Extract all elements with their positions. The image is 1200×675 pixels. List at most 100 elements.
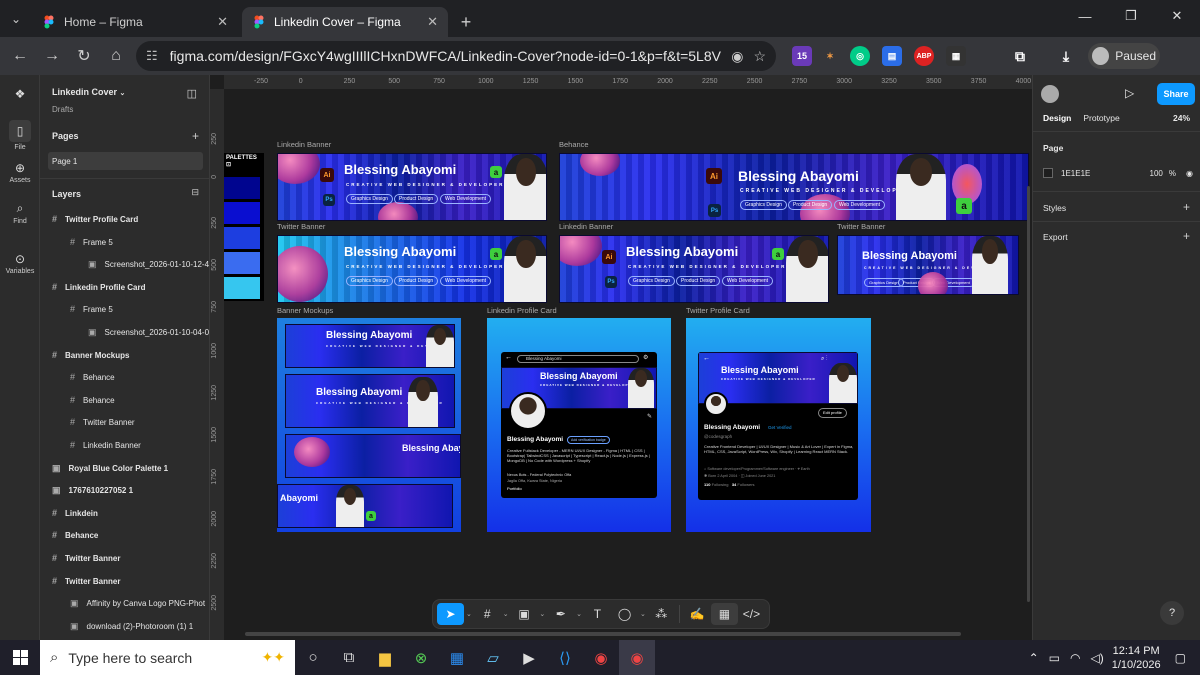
layer-item[interactable]: # Twitter Banner (52, 553, 120, 563)
actions-icon[interactable]: ⁂ (648, 603, 675, 625)
linkedin-banner[interactable]: Ai Ps Blessing Abayomi CREATIVE WEB DESI… (277, 153, 547, 221)
layer-item[interactable]: # Frame 5 (70, 237, 113, 247)
layer-item[interactable]: # Frame 5 (70, 304, 113, 314)
layer-item[interactable]: ▣ Affinity by Canva Logo PNG-Phot (70, 598, 205, 609)
layer-item[interactable]: # Twitter Banner (70, 417, 135, 427)
banner-mockups-frame[interactable]: Blessing Abayomi CREATIVE WEB DESIGNER &… (277, 318, 461, 532)
frame-label[interactable]: Twitter Profile Card (686, 306, 750, 315)
task-view-icon[interactable]: ⧉ (331, 640, 367, 675)
layer-item[interactable]: # Linkedin Profile Card (52, 282, 145, 292)
restore-icon[interactable]: ❐ (1108, 0, 1154, 32)
layer-item[interactable]: ▣ download (2)-Photoroom (1) 1 (70, 621, 193, 632)
close-icon[interactable]: ✕ (217, 14, 228, 30)
extension-badge-icon[interactable]: 15 (792, 46, 812, 66)
share-button[interactable]: Share (1157, 83, 1195, 105)
home-icon[interactable]: ⌂ (100, 47, 132, 65)
browser-tab-home[interactable]: Home – Figma ✕ (32, 7, 238, 37)
frame-label[interactable]: Linkedin Banner (559, 222, 613, 231)
back-icon[interactable]: ← (4, 47, 36, 65)
design-mode-icon[interactable]: ▦ (710, 603, 738, 625)
chevron-down-icon[interactable]: ⌄ (501, 603, 511, 625)
add-style-icon[interactable]: + (1183, 200, 1190, 214)
figma-canvas[interactable]: -250 0 250 500 750 1000 1250 1500 1750 2000 2250 25… (210, 75, 1032, 640)
adblock-icon[interactable]: ABP (914, 46, 934, 66)
reload-icon[interactable]: ↻ (68, 46, 100, 66)
frame-label[interactable]: Twitter Banner (277, 222, 325, 231)
avatar[interactable] (1041, 85, 1059, 103)
windows-start-icon[interactable] (0, 640, 40, 675)
horizontal-scrollbar[interactable] (245, 632, 961, 636)
battery-icon[interactable]: ▭ (1049, 651, 1060, 665)
chrome-active-icon[interactable]: ◉ (619, 640, 655, 675)
page-item[interactable]: Page 1 (48, 152, 203, 170)
profile-button[interactable]: Paused (1088, 43, 1160, 69)
store-icon[interactable]: ▦ (439, 640, 475, 675)
new-tab-button[interactable]: + (452, 7, 480, 37)
extensions-puzzle-icon[interactable]: ⧉ (1010, 46, 1030, 66)
page-color-hex[interactable]: 1E1E1E (1061, 169, 1150, 178)
twitter-profile-card-frame[interactable]: ← Blessing Abayomi CREATIVE WEB DESIGNER… (686, 318, 871, 532)
close-window-icon[interactable]: ✕ (1154, 0, 1200, 32)
linkedin-banner-alt[interactable]: Ai Ps Blessing Abayomi CREATIVE WEB DESI… (559, 235, 829, 303)
pen-tool-icon[interactable]: ✒ (547, 603, 574, 625)
xbox-icon[interactable]: ⊗ (403, 640, 439, 675)
image-tool-icon[interactable]: ▣ (510, 603, 537, 625)
color-swatch[interactable] (1043, 168, 1053, 178)
layer-item[interactable]: # Twitter Profile Card (52, 214, 138, 224)
chevron-down-icon[interactable]: ⌄ (638, 603, 648, 625)
frame-label[interactable]: Linkedin Profile Card (487, 306, 557, 315)
address-bar[interactable]: ☷ figma.com/design/FGxcY4wgIIIlICHxnDWFC… (136, 41, 776, 71)
nav-file[interactable]: ▯ File (0, 120, 40, 151)
site-info-icon[interactable]: ☷ (146, 48, 158, 64)
nav-assets[interactable]: ⊕ Assets (0, 161, 40, 184)
tab-design[interactable]: Design (1043, 113, 1071, 123)
add-export-icon[interactable]: + (1183, 229, 1190, 243)
layer-item[interactable]: # Behance (70, 372, 115, 382)
chatgpt-icon[interactable]: ◎ (850, 46, 870, 66)
volume-icon[interactable]: ◁) (1090, 651, 1103, 665)
cortana-icon[interactable]: ○ (295, 640, 331, 675)
vertical-scrollbar[interactable] (1027, 186, 1030, 602)
browser-tab-linkedin-cover[interactable]: Linkedin Cover – Figma ✕ (242, 7, 448, 37)
extension-book-icon[interactable]: ▤ (882, 46, 902, 66)
taskbar-search[interactable]: ⌕ Type here to search ✦✦ (40, 640, 295, 675)
file-explorer-icon[interactable]: ▆ (367, 640, 403, 675)
frame-tool-icon[interactable]: # (474, 603, 501, 625)
media-player-icon[interactable]: ▶ (511, 640, 547, 675)
twitter-banner-alt[interactable]: Blessing Abayomi CREATIVE WEB DESIGNER &… (837, 235, 1019, 295)
layer-item[interactable]: # Linkdein (52, 508, 98, 518)
chrome-icon[interactable]: ◉ (583, 640, 619, 675)
layer-item[interactable]: # Linkedin Banner (70, 440, 141, 450)
chevron-down-icon[interactable]: ⌄ (464, 603, 474, 625)
clock[interactable]: 12:14 PM 1/10/2026 (1112, 644, 1161, 672)
twitter-banner[interactable]: Blessing Abayomi CREATIVE WEB DESIGNER &… (277, 235, 547, 303)
chevron-down-icon[interactable]: ⌄ (574, 603, 584, 625)
behance-banner[interactable]: Ai Ps Blessing Abayomi CREATIVE WEB DESI… (559, 153, 1029, 221)
color-palette[interactable]: PALETTES ⊡ (224, 153, 264, 301)
bookmark-star-icon[interactable]: ☆ (753, 48, 766, 65)
zoom-level[interactable]: 24% (1173, 113, 1190, 123)
frame-label[interactable]: Banner Mockups (277, 306, 333, 315)
tray-chevron-icon[interactable]: ⌃ (1029, 651, 1039, 665)
move-tool-icon[interactable]: ➤ (437, 603, 465, 625)
layer-item[interactable]: # Behance (70, 395, 115, 405)
nav-variables[interactable]: ⊙ Variables (0, 252, 40, 275)
nav-find[interactable]: ⌕ Find (0, 201, 40, 225)
extension-grid-icon[interactable]: ▦ (946, 46, 966, 66)
frame-label[interactable]: Linkedin Banner (277, 140, 331, 149)
layer-item[interactable]: # Twitter Banner (52, 576, 120, 586)
dev-mode-icon[interactable]: </> (738, 603, 765, 625)
linkedin-profile-card-frame[interactable]: ← Blessing Abayomi ⚙ Blessing Abayomi CR… (487, 318, 671, 532)
vscode-icon[interactable]: ⟨⟩ (547, 640, 583, 675)
tab-prototype[interactable]: Prototype (1083, 113, 1119, 123)
help-button[interactable]: ? (1160, 601, 1184, 625)
draw-mode-icon[interactable]: ✍ (684, 603, 711, 625)
close-icon[interactable]: ✕ (427, 14, 438, 30)
notepad-icon[interactable]: ▱ (475, 640, 511, 675)
wifi-icon[interactable]: ◠ (1070, 651, 1080, 665)
chevron-down-icon[interactable]: ⌄ (538, 603, 548, 625)
frame-label[interactable]: Behance (559, 140, 589, 149)
layer-item[interactable]: ▣ Screenshot_2026-01-10-12-4 (88, 259, 209, 270)
panel-toggle-icon[interactable]: ◫ (187, 87, 197, 100)
visibility-eye-icon[interactable]: ◉ (1186, 169, 1193, 178)
